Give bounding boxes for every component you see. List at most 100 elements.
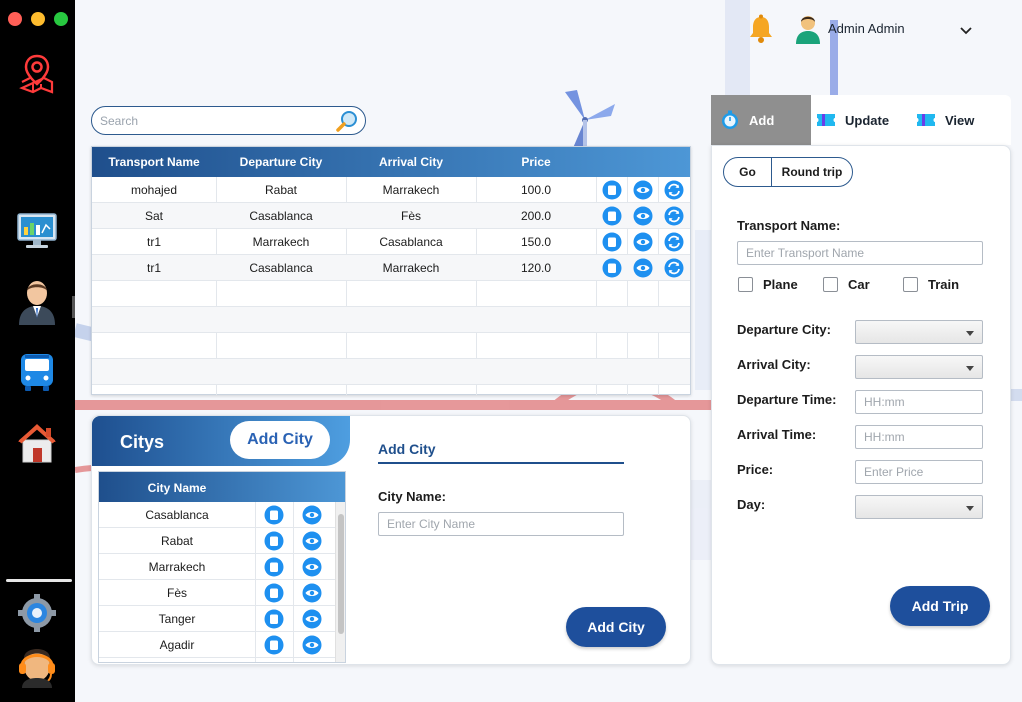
departure-time-input[interactable] <box>855 390 983 414</box>
price-input[interactable] <box>855 460 983 484</box>
view-eye-icon[interactable] <box>302 635 322 655</box>
plane-label[interactable]: Plane <box>763 277 798 292</box>
chevron-down-icon[interactable] <box>958 22 974 38</box>
delete-icon[interactable] <box>602 180 622 200</box>
window-minimize-button[interactable] <box>31 12 45 26</box>
add-trip-form: Go Round trip Transport Name: Plane Car … <box>711 145 1011 665</box>
user-avatar-icon[interactable] <box>794 14 822 44</box>
column-header-transport-name[interactable]: Transport Name <box>92 155 216 169</box>
tab-view[interactable]: View <box>915 95 1005 145</box>
search-box <box>91 106 366 135</box>
table-row[interactable]: Casablanca <box>99 502 335 528</box>
departure-city-cell: Casablanca <box>249 261 313 275</box>
view-eye-icon[interactable] <box>633 206 653 226</box>
transport-name-input[interactable] <box>737 241 983 265</box>
ticket-icon <box>917 114 935 126</box>
delete-icon[interactable] <box>264 635 284 655</box>
view-eye-icon[interactable] <box>633 180 653 200</box>
transport-name-label: Transport Name: <box>737 218 841 233</box>
city-name-input[interactable] <box>378 512 624 536</box>
delete-icon[interactable] <box>602 206 622 226</box>
table-header: City Name <box>99 472 345 502</box>
tab-add[interactable]: Add <box>711 95 811 145</box>
arrival-city-cell: Fès <box>400 209 421 223</box>
departure-time-label: Departure Time: <box>737 392 837 407</box>
add-trip-button[interactable]: Add Trip <box>890 586 990 626</box>
dashboard-monitor-icon[interactable] <box>14 208 60 254</box>
delete-icon[interactable] <box>602 232 622 252</box>
delete-icon[interactable] <box>264 557 284 577</box>
city-name-label: City Name: <box>378 489 446 504</box>
chevron-down-icon <box>966 506 974 511</box>
table-row[interactable]: Marrakech <box>99 554 335 580</box>
refresh-icon[interactable] <box>664 180 684 200</box>
view-eye-icon[interactable] <box>302 609 322 629</box>
delete-icon[interactable] <box>264 609 284 629</box>
train-label[interactable]: Train <box>928 277 959 292</box>
arrival-city-select[interactable] <box>855 355 983 379</box>
table-row[interactable]: tr1 Casablanca Marrakech 120.0 <box>92 255 690 281</box>
empty-table-row <box>92 307 690 333</box>
search-input[interactable] <box>100 111 330 131</box>
arrival-time-input[interactable] <box>855 425 983 449</box>
segment-round-trip[interactable]: Round trip <box>772 158 852 186</box>
notification-bell-icon[interactable] <box>748 14 774 44</box>
view-eye-icon[interactable] <box>633 232 653 252</box>
arrival-time-label: Arrival Time: <box>737 427 817 442</box>
add-city-button[interactable]: Add City <box>566 607 666 647</box>
view-eye-icon[interactable] <box>302 531 322 551</box>
table-row[interactable]: tr1 Marrakech Casablanca 150.0 <box>92 229 690 255</box>
train-checkbox[interactable] <box>903 277 918 292</box>
window-close-button[interactable] <box>8 12 22 26</box>
price-cell: 120.0 <box>520 261 552 275</box>
refresh-icon[interactable] <box>664 206 684 226</box>
view-eye-icon[interactable] <box>633 258 653 278</box>
search-icon[interactable] <box>335 109 359 133</box>
view-eye-icon[interactable] <box>302 583 322 603</box>
transport-name-cell: mohajed <box>130 183 178 197</box>
delete-icon[interactable] <box>264 583 284 603</box>
column-header-arrival-city[interactable]: Arrival City <box>346 155 476 169</box>
chevron-down-icon <box>966 366 974 371</box>
column-header-departure-city[interactable]: Departure City <box>216 155 346 169</box>
refresh-icon[interactable] <box>664 232 684 252</box>
price-label: Price: <box>737 462 774 477</box>
tab-update[interactable]: Update <box>815 95 911 145</box>
bus-icon[interactable] <box>14 349 60 395</box>
refresh-icon[interactable] <box>664 258 684 278</box>
admin-user-icon[interactable] <box>14 278 60 325</box>
user-name-label[interactable]: Admin Admin <box>828 21 905 36</box>
price-cell: 150.0 <box>520 235 552 249</box>
table-row[interactable]: Fès <box>99 580 335 606</box>
chevron-down-icon <box>966 331 974 336</box>
view-eye-icon[interactable] <box>302 557 322 577</box>
settings-gear-icon[interactable] <box>14 590 60 636</box>
view-eye-icon[interactable] <box>302 505 322 525</box>
car-checkbox[interactable] <box>823 277 838 292</box>
home-icon[interactable] <box>14 419 60 465</box>
departure-city-select[interactable] <box>855 320 983 344</box>
delete-icon[interactable] <box>602 258 622 278</box>
car-label[interactable]: Car <box>848 277 870 292</box>
form-title-underline <box>378 462 624 464</box>
table-row[interactable]: Agadir <box>99 632 335 658</box>
tab-add-label: Add <box>749 112 775 128</box>
plane-checkbox[interactable] <box>738 277 753 292</box>
support-headset-icon[interactable] <box>14 643 60 689</box>
day-select[interactable] <box>855 495 983 519</box>
table-row[interactable]: mohajed Rabat Marrakech 100.0 <box>92 177 690 203</box>
window-maximize-button[interactable] <box>54 12 68 26</box>
delete-icon[interactable] <box>264 531 284 551</box>
tab-add-city[interactable]: Add City <box>230 421 330 459</box>
scrollbar-thumb[interactable] <box>338 514 344 634</box>
map-location-icon[interactable] <box>14 50 60 96</box>
column-header-city-name[interactable]: City Name <box>99 481 255 495</box>
table-row[interactable]: Sat Casablanca Fès 200.0 <box>92 203 690 229</box>
vertical-scrollbar[interactable] <box>335 502 345 662</box>
column-header-price[interactable]: Price <box>476 155 596 169</box>
table-row[interactable]: Tanger <box>99 606 335 632</box>
delete-icon[interactable] <box>264 505 284 525</box>
ticket-icon <box>817 114 835 126</box>
segment-go[interactable]: Go <box>724 158 772 186</box>
table-row[interactable]: Rabat <box>99 528 335 554</box>
